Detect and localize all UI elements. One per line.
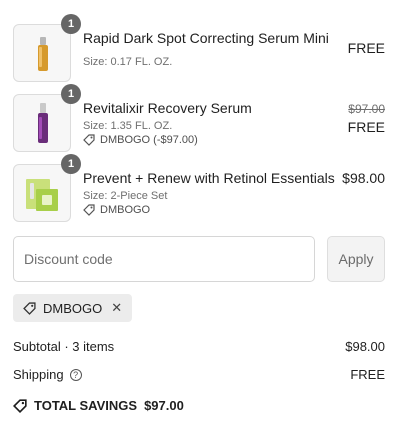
product-thumbnail: 1 (13, 14, 81, 82)
savings-value: $97.00 (144, 398, 184, 413)
quantity-badge: 1 (61, 14, 81, 34)
serum-bottle-purple-image (38, 103, 48, 143)
product-thumbnail: 1 (13, 84, 81, 152)
quantity-badge: 1 (61, 154, 81, 174)
product-discount: DMBOGO (83, 204, 150, 216)
product-name: Revitalixir Recovery Serum (83, 100, 252, 116)
product-thumbnail: 1 (13, 154, 81, 222)
product-name: Prevent + Renew with Retinol Essentials (83, 170, 335, 186)
product-discount: DMBOGO (-$97.00) (83, 134, 198, 146)
line-item: 1 Rapid Dark Spot Correcting Serum Mini … (13, 14, 385, 82)
shipping-value: FREE (350, 367, 385, 382)
apply-button[interactable]: Apply (327, 236, 385, 282)
shipping-label: Shipping (13, 367, 64, 382)
shipping-row: Shipping ? FREE (13, 367, 385, 382)
product-size: Size: 2-Piece Set (83, 190, 168, 202)
product-price: FREE (347, 119, 385, 135)
discount-code-row: Apply (13, 236, 385, 282)
discount-label: DMBOGO (-$97.00) (100, 134, 198, 146)
subtotal-label: Subtotal · 3 items (13, 339, 115, 354)
tag-icon (83, 204, 95, 216)
product-name: Rapid Dark Spot Correcting Serum Mini (83, 30, 329, 46)
tag-icon (23, 301, 36, 315)
remove-discount-icon[interactable]: ✕ (111, 300, 122, 316)
savings-label: TOTAL SAVINGS (34, 398, 138, 413)
original-price: $97.00 (348, 102, 385, 116)
subtotal-row: Subtotal · 3 items $98.00 (13, 339, 385, 354)
product-size: Size: 0.17 FL. OZ. (83, 56, 173, 68)
line-item: 1 Revitalixir Recovery Serum Size: 1.35 … (13, 84, 385, 152)
retinol-set-box-image (26, 179, 58, 211)
tag-icon (83, 134, 95, 146)
total-savings: TOTAL SAVINGS $97.00 (13, 398, 184, 413)
discount-code-input[interactable] (13, 236, 315, 282)
product-price: $98.00 (342, 170, 385, 186)
serum-mini-bottle-image (38, 37, 48, 71)
applied-discount-chip: DMBOGO ✕ (13, 294, 133, 322)
product-size: Size: 1.35 FL. OZ. (83, 120, 173, 132)
discount-label: DMBOGO (100, 204, 151, 216)
line-item: 1 Prevent + Renew with Retinol Essential… (13, 154, 385, 222)
applied-code-label: DMBOGO (43, 300, 103, 316)
tag-icon (13, 398, 27, 413)
product-price: FREE (347, 40, 385, 56)
help-icon[interactable]: ? (69, 368, 82, 381)
quantity-badge: 1 (61, 84, 81, 104)
subtotal-value: $98.00 (345, 339, 385, 354)
